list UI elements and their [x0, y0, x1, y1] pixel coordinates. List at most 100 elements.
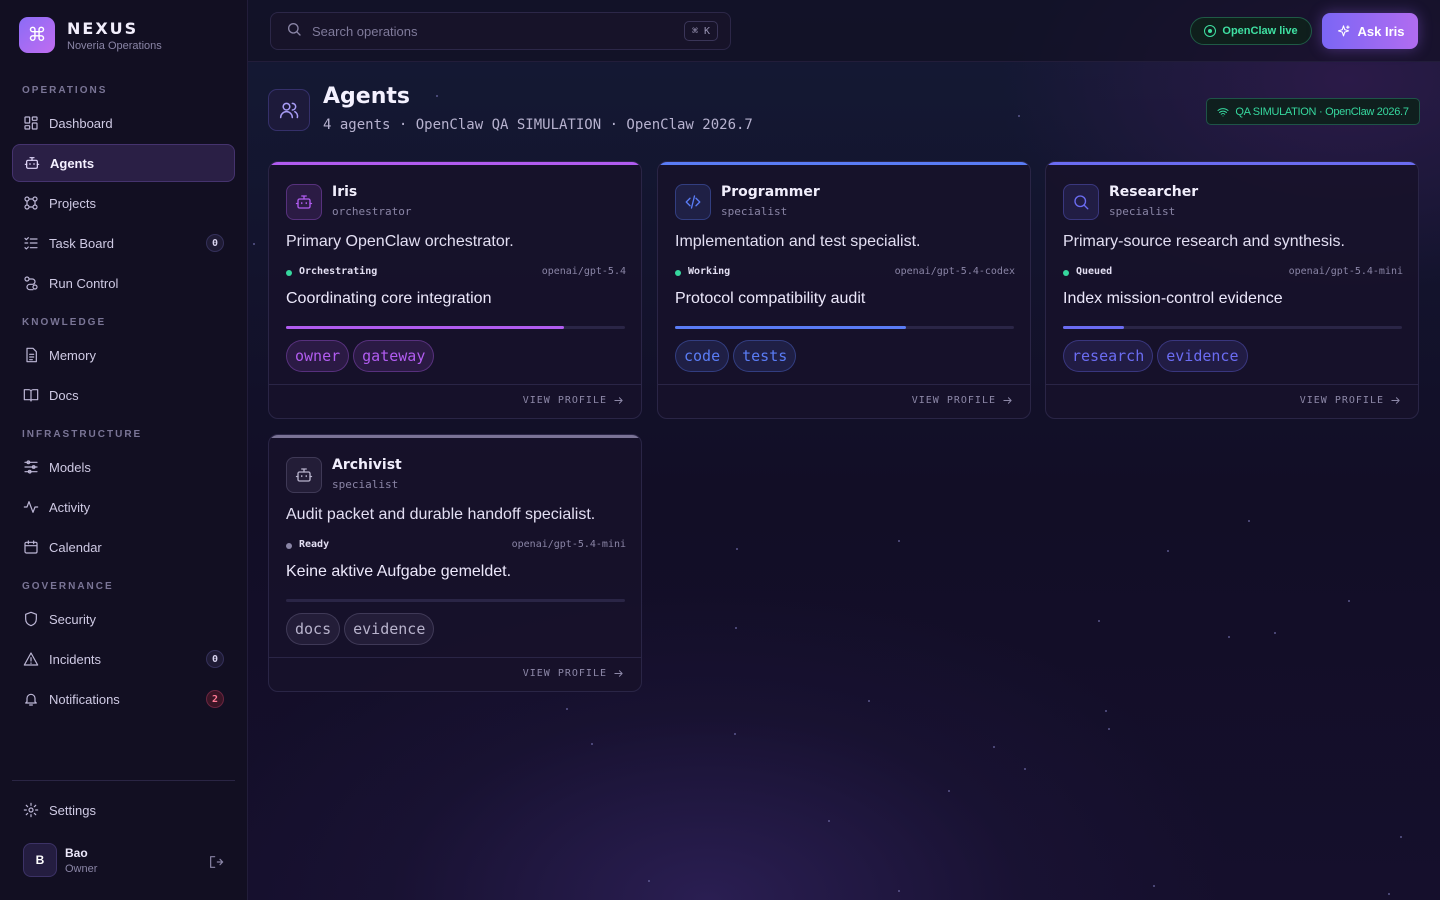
robot-icon — [286, 184, 322, 220]
star-dot — [1400, 836, 1402, 838]
model-name: openai/gpt-5.4-codex — [894, 266, 1015, 277]
search-icon — [1063, 184, 1099, 220]
agent-card-researcher[interactable]: Researcher specialist Primary-source res… — [1045, 161, 1419, 419]
sparkle-icon — [1337, 24, 1350, 36]
keyboard-shortcut: ⌘ K — [683, 21, 718, 41]
star-dot — [1167, 550, 1169, 552]
agent-description: Audit packet and durable handoff special… — [286, 506, 596, 523]
model-name: openai/gpt-5.4 — [541, 266, 626, 277]
progress-fill — [675, 326, 906, 329]
agent-card-archivist[interactable]: Archivist specialist Audit packet and du… — [268, 434, 642, 692]
sidebar-item-agents[interactable]: Agents — [12, 144, 235, 182]
sidebar-item-docs[interactable]: Docs — [12, 376, 235, 414]
live-status-label: OpenClaw live — [1222, 25, 1298, 37]
agent-card-iris[interactable]: Iris orchestrator Primary OpenClaw orche… — [268, 161, 642, 419]
agent-role: specialist — [1109, 205, 1176, 218]
view-profile-link[interactable]: VIEW PROFILE — [523, 668, 624, 679]
tag: gateway — [353, 340, 435, 372]
progress-bar — [1063, 326, 1402, 329]
card-accent — [269, 162, 641, 165]
command-icon: ⌘ — [19, 17, 55, 53]
star-dot — [648, 880, 650, 882]
card-footer: VIEW PROFILE — [658, 384, 1030, 418]
sidebar-item-notifications[interactable]: Notifications 2 — [12, 680, 235, 718]
brand-subtitle: Noveria Operations — [67, 39, 162, 52]
view-profile-link[interactable]: VIEW PROFILE — [1300, 395, 1401, 406]
sidebar-item-calendar[interactable]: Calendar — [12, 528, 235, 566]
page-subtitle: 4 agents · OpenClaw QA SIMULATION · Open… — [323, 117, 753, 133]
view-profile-label: VIEW PROFILE — [911, 395, 996, 406]
logout-icon[interactable] — [208, 854, 224, 870]
page-header: Agents 4 agents · OpenClaw QA SIMULATION… — [268, 84, 753, 133]
brand-name: NEXUS — [67, 18, 139, 38]
sidebar-item-label: Notifications — [49, 691, 120, 707]
brand[interactable]: ⌘ NEXUS Noveria Operations — [19, 17, 162, 53]
star-dot — [1388, 893, 1390, 895]
sidebar-item-activity[interactable]: Activity — [12, 488, 235, 526]
sidebar-item-dashboard[interactable]: Dashboard — [12, 104, 235, 142]
user-profile[interactable]: B Bao Owner — [23, 843, 97, 877]
count-badge: 0 — [206, 234, 224, 252]
sidebar-item-run-control[interactable]: Run Control — [12, 264, 235, 302]
progress-fill — [286, 326, 564, 329]
agent-name: Programmer — [721, 184, 820, 200]
view-profile-label: VIEW PROFILE — [522, 395, 607, 406]
current-task: Keine aktive Aufgabe gemeldet. — [286, 563, 512, 580]
status-label: Ready — [299, 539, 330, 550]
status-dot — [675, 270, 681, 276]
agent-role: orchestrator — [332, 205, 412, 218]
current-task: Coordinating core integration — [286, 290, 492, 307]
agent-card-programmer[interactable]: Programmer specialist Implementation and… — [657, 161, 1031, 419]
star-dot — [1228, 636, 1230, 638]
star-dot — [591, 743, 593, 745]
status-row: Working openai/gpt-5.4-codex — [675, 266, 1015, 280]
tag: owner — [286, 340, 350, 372]
sidebar-item-projects[interactable]: Projects — [12, 184, 235, 222]
sidebar-item-label: Dashboard — [49, 115, 113, 131]
star-dot — [1274, 632, 1276, 634]
sidebar-item-label: Docs — [49, 387, 79, 403]
sidebar-item-incidents[interactable]: Incidents 0 — [12, 640, 235, 678]
gear-icon — [23, 802, 39, 818]
wifi-icon — [1217, 107, 1229, 116]
status-label: Working — [688, 266, 731, 277]
sidebar-item-task-board[interactable]: Task Board 0 — [12, 224, 235, 262]
tag-list: docs evidence — [286, 613, 438, 645]
avatar: B — [23, 843, 57, 877]
calendar-icon — [23, 539, 39, 555]
code-icon — [675, 184, 711, 220]
memory-icon — [23, 347, 39, 363]
user-role: Owner — [65, 862, 98, 875]
sidebar-item-memory[interactable]: Memory — [12, 336, 235, 374]
sidebar-item-security[interactable]: Security — [12, 600, 235, 638]
agent-name: Researcher — [1109, 184, 1199, 200]
agent-name: Archivist — [332, 457, 402, 473]
tag: tests — [733, 340, 797, 372]
status-label: Queued — [1076, 266, 1113, 277]
star-dot — [253, 243, 255, 245]
tag-list: code tests — [675, 340, 800, 372]
sidebar-item-settings[interactable]: Settings — [12, 791, 235, 829]
nav-section-knowledge: KNOWLEDGE — [22, 317, 107, 328]
tag: docs — [286, 613, 341, 645]
star-dot — [1248, 520, 1250, 522]
star-dot — [566, 708, 568, 710]
live-status-pill[interactable]: OpenClaw live — [1190, 17, 1312, 45]
status-row: Queued openai/gpt-5.4-mini — [1063, 266, 1403, 280]
arrow-right-icon — [1003, 397, 1012, 404]
ask-button-label: Ask Iris — [1357, 23, 1405, 39]
view-profile-link[interactable]: VIEW PROFILE — [523, 395, 624, 406]
agent-description: Implementation and test specialist. — [675, 233, 921, 250]
agent-name: Iris — [332, 184, 358, 200]
robot-icon — [24, 155, 40, 171]
star-dot — [1098, 620, 1100, 622]
status-dot — [286, 543, 292, 549]
card-footer: VIEW PROFILE — [269, 657, 641, 691]
search-input[interactable]: Search operations ⌘ K — [270, 12, 731, 50]
sidebar-item-models[interactable]: Models — [12, 448, 235, 486]
ask-iris-button[interactable]: Ask Iris — [1322, 13, 1418, 49]
sidebar-item-label: Run Control — [49, 275, 119, 291]
view-profile-link[interactable]: VIEW PROFILE — [912, 395, 1013, 406]
route-icon — [23, 275, 39, 291]
star-dot — [1018, 115, 1020, 117]
